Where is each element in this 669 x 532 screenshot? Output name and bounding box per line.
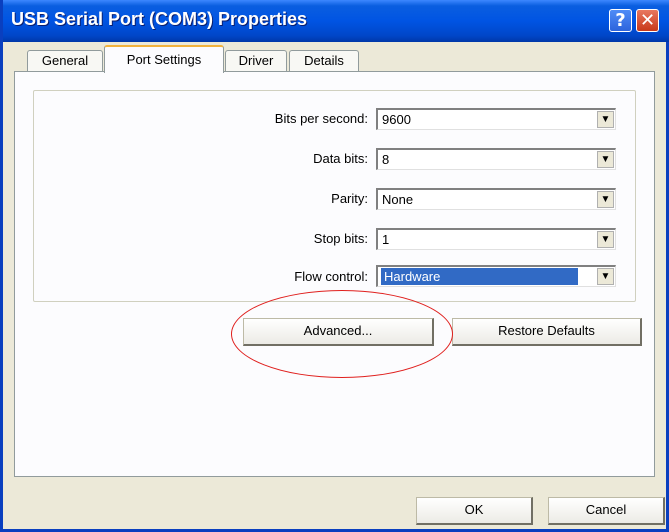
title-bar[interactable]: USB Serial Port (COM3) Properties ? ✕: [3, 0, 669, 42]
dropdown-arrow-icon[interactable]: ▼: [597, 151, 614, 168]
close-button[interactable]: ✕: [636, 9, 659, 32]
flow-control-label: Flow control:: [294, 269, 368, 284]
dropdown-arrow-icon[interactable]: ▼: [597, 231, 614, 248]
parity-value: None: [382, 192, 414, 207]
data-bits-select[interactable]: 8 ▼: [376, 148, 616, 170]
bits-per-second-select[interactable]: 9600 ▼: [376, 108, 616, 130]
advanced-button[interactable]: Advanced...: [243, 318, 434, 346]
help-button[interactable]: ?: [609, 9, 632, 32]
close-icon: ✕: [639, 10, 656, 31]
dropdown-arrow-icon[interactable]: ▼: [597, 191, 614, 208]
flow-control-select[interactable]: Hardware ▼: [376, 265, 616, 287]
tab-general[interactable]: General: [27, 50, 103, 71]
cancel-button[interactable]: Cancel: [548, 497, 665, 525]
flow-control-value: Hardware: [381, 268, 578, 285]
help-icon: ?: [615, 10, 626, 31]
tab-details[interactable]: Details: [289, 50, 359, 71]
ok-button[interactable]: OK: [416, 497, 533, 525]
restore-defaults-button[interactable]: Restore Defaults: [452, 318, 642, 346]
tab-port-settings[interactable]: Port Settings: [104, 45, 224, 73]
dropdown-arrow-icon[interactable]: ▼: [597, 111, 614, 128]
parity-select[interactable]: None ▼: [376, 188, 616, 210]
stop-bits-value: 1: [382, 232, 390, 247]
parity-label: Parity:: [331, 191, 368, 206]
window-title: USB Serial Port (COM3) Properties: [11, 9, 308, 29]
bits-per-second-label: Bits per second:: [274, 111, 368, 126]
data-bits-label: Data bits:: [313, 151, 368, 166]
tab-driver[interactable]: Driver: [225, 50, 287, 71]
dropdown-arrow-icon[interactable]: ▼: [597, 268, 614, 285]
bits-per-second-value: 9600: [382, 112, 411, 127]
stop-bits-label: Stop bits:: [313, 231, 368, 246]
stop-bits-select[interactable]: 1 ▼: [376, 228, 616, 250]
data-bits-value: 8: [382, 152, 390, 167]
